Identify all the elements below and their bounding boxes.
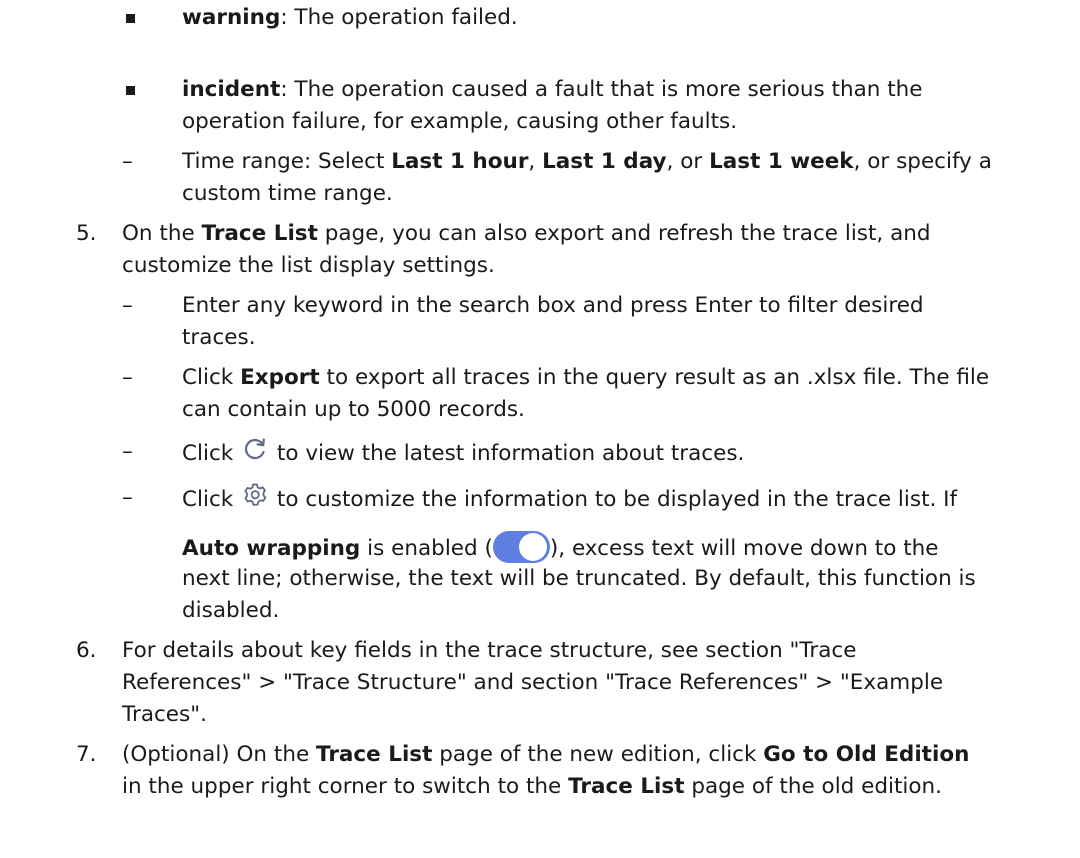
toggle-knob [518,533,547,561]
time-range-lead: Time range: Select [182,149,392,174]
separator: , [528,149,543,174]
time-range-item: Time range: Select Last 1 hour, Last 1 d… [182,146,992,178]
incident-item: incident: The operation caused a fault t… [182,74,923,106]
step7-mid: page of the new edition, click [432,742,764,767]
export-post: to export all traces in the query result… [319,365,990,390]
dash-bullet: – [122,365,133,390]
refresh-icon [245,438,265,460]
step6-line1: For details about key fields in the trac… [122,638,857,663]
trace-list-page-name: Trace List [201,221,318,246]
dash-bullet: – [122,149,133,174]
settings-line1: Click to customize the information to be… [182,482,957,516]
settings-pre: Click [182,487,241,512]
square-bullet [126,86,135,95]
document-page: warning: The operation failed. incident:… [0,0,1080,858]
term-incident: incident [182,77,281,102]
step7-pre: (Optional) On the [122,742,317,767]
settings-post: to customize the information to be displ… [270,487,958,512]
step7-line2: in the upper right corner to switch to t… [122,771,942,803]
refresh-line: Click to view the latest information abo… [182,436,744,470]
step7-line1: (Optional) On the Trace List page of the… [122,739,969,771]
separator: , or [666,149,710,174]
settings-line4: disabled. [182,598,280,623]
step7-line2-post: page of the old edition. [684,774,943,799]
time-range-tail: , or specify a [853,149,992,174]
settings-text: ), excess text will move down to the [549,536,939,561]
search-line1: Enter any keyword in the search box and … [182,293,924,318]
dash-bullet: – [122,293,133,318]
export-button-name: Export [240,365,320,390]
step5-pre: On the [122,221,202,246]
gear-icon [244,483,267,506]
option-last-1-hour: Last 1 hour [391,149,529,174]
refresh-post: to view the latest information about tra… [270,441,745,466]
warning-item: warning: The operation failed. [182,2,518,34]
dash-bullet: – [122,439,133,464]
refresh-pre: Click [182,441,241,466]
search-line2: traces. [182,325,256,350]
option-last-1-week: Last 1 week [709,149,854,174]
step-number: 7. [76,742,97,767]
export-line2: can contain up to 5000 records. [182,397,525,422]
trace-list-page-name: Trace List [316,742,433,767]
settings-line2: Auto wrapping is enabled ( ), excess text… [182,531,938,565]
settings-line3: next line; otherwise, the text will be t… [182,566,976,591]
step5-post: page, you can also export and refresh th… [317,221,931,246]
dash-bullet: – [122,485,133,510]
incident-desc-line1: : The operation caused a fault that is m… [280,77,923,102]
go-to-old-edition-name: Go to Old Edition [763,742,970,767]
step7-line2-pre: in the upper right corner to switch to t… [122,774,569,799]
toggle-switch-on-icon [492,531,550,563]
step5-line1: On the Trace List page, you can also exp… [122,218,931,250]
option-last-1-day: Last 1 day [542,149,667,174]
step5-line2: customize the list display settings. [122,253,495,278]
warning-desc: : The operation failed. [280,5,518,30]
step-number: 6. [76,638,97,663]
export-line1: Click Export to export all traces in the… [182,362,989,394]
step-number: 5. [76,221,97,246]
term-warning: warning [182,5,281,30]
step6-line3: Traces". [122,702,207,727]
trace-list-page-name: Trace List [568,774,685,799]
auto-wrapping-label: Auto wrapping [182,536,361,561]
time-range-line2: custom time range. [182,181,393,206]
settings-text: is enabled ( [360,536,493,561]
export-pre: Click [182,365,241,390]
step6-line2: References" > "Trace Structure" and sect… [122,670,944,695]
square-bullet [126,14,135,23]
incident-desc-line2: operation failure, for example, causing … [182,109,738,134]
